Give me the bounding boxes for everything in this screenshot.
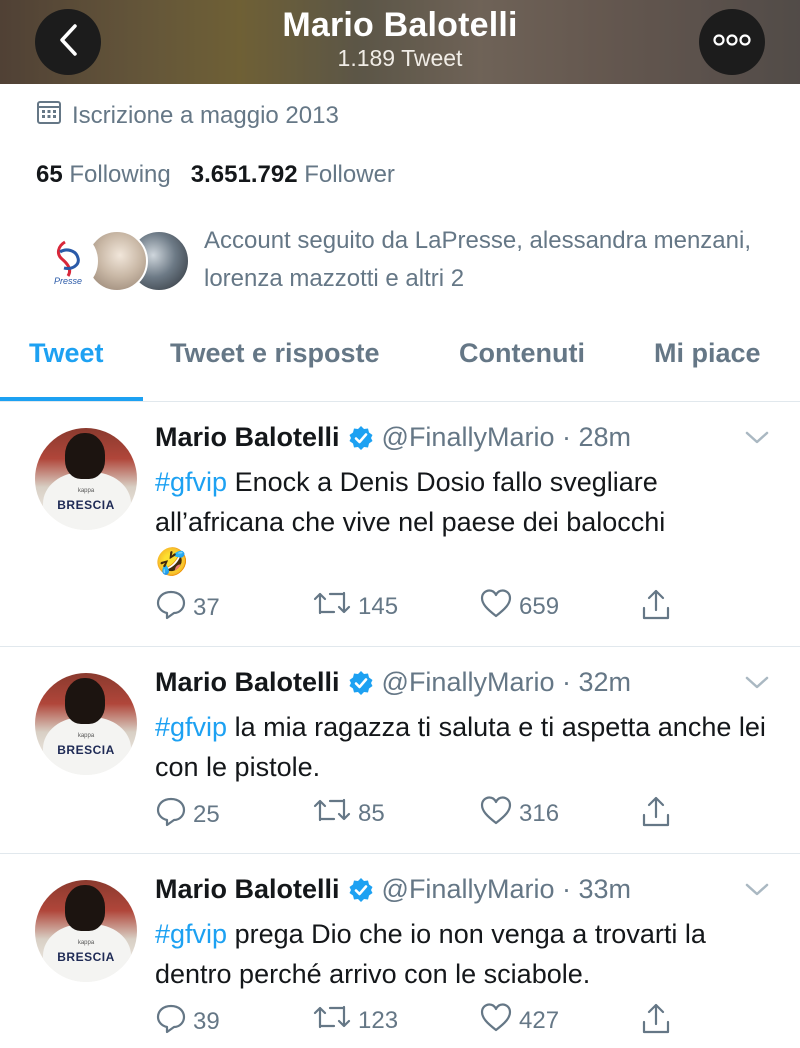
active-tab-indicator xyxy=(0,397,143,401)
tweet-header: Mario Balotelli @FinallyMario · 32m xyxy=(155,667,631,698)
tweet-body: la mia ragazza ti saluta e ti aspetta an… xyxy=(155,712,766,782)
follower-count: 3.651.792 xyxy=(190,161,298,188)
more-button[interactable] xyxy=(699,9,765,75)
reply-count: 37 xyxy=(193,593,220,621)
reply-icon xyxy=(155,1002,193,1041)
like-count: 659 xyxy=(519,592,560,620)
like-button[interactable]: 316 xyxy=(479,795,559,832)
header-tweet-count: 1.189 Tweet xyxy=(337,45,463,71)
header-title: Mario Balotelli xyxy=(282,6,518,44)
hashtag-link[interactable]: #gfvip xyxy=(155,712,227,742)
tweet-actions: 37 145 659 xyxy=(155,588,715,628)
tweet[interactable]: kappa BRESCIA Mario Balotelli @FinallyMa… xyxy=(0,854,800,1048)
verified-badge-icon xyxy=(348,670,374,696)
retweet-count: 85 xyxy=(358,799,385,827)
tweet-body: prega Dio che io non venga a trovarti la… xyxy=(155,919,706,989)
avatar[interactable]: kappa BRESCIA xyxy=(35,673,137,775)
profile-header: Mario Balotelli 1.189 Tweet xyxy=(0,0,800,84)
tweet-text: #gfvip prega Dio che io non venga a trov… xyxy=(155,914,775,994)
reply-count: 25 xyxy=(193,800,220,828)
heart-icon xyxy=(479,588,519,625)
author-handle[interactable]: @FinallyMario xyxy=(382,422,555,453)
tab-tweet-e-risposte[interactable]: Tweet e risposte xyxy=(170,338,380,369)
tweet-time: 28m xyxy=(578,422,632,452)
chevron-down-icon[interactable] xyxy=(744,882,770,903)
retweet-icon xyxy=(312,1002,358,1039)
share-icon xyxy=(639,1002,679,1043)
avatar[interactable]: kappa BRESCIA xyxy=(35,428,137,530)
tweet-time: 32m xyxy=(578,667,632,697)
followed-by-avatars: Presse xyxy=(36,230,190,292)
svg-text:Presse: Presse xyxy=(54,276,82,286)
retweet-button[interactable]: 123 xyxy=(312,1002,398,1039)
author-name[interactable]: Mario Balotelli xyxy=(155,422,340,453)
tab-tweet[interactable]: Tweet xyxy=(29,338,104,369)
profile-tabs: Tweet Tweet e risposte Contenuti Mi piac… xyxy=(0,328,800,402)
author-handle[interactable]: @FinallyMario xyxy=(382,874,555,905)
verified-badge-icon xyxy=(348,425,374,451)
share-icon xyxy=(639,795,679,836)
like-button[interactable]: 659 xyxy=(479,588,559,625)
share-button[interactable] xyxy=(639,795,679,836)
separator-dot: · xyxy=(554,422,579,452)
tweet-header: Mario Balotelli @FinallyMario · 28m xyxy=(155,422,631,453)
author-name[interactable]: Mario Balotelli xyxy=(155,874,340,905)
hashtag-link[interactable]: #gfvip xyxy=(155,919,227,949)
tweet-body: Enock a Denis Dosio fallo svegliare all’… xyxy=(155,467,666,537)
reply-icon xyxy=(155,795,193,834)
tweet[interactable]: kappa BRESCIA Mario Balotelli @FinallyMa… xyxy=(0,402,800,647)
tab-mi-piace[interactable]: Mi piace xyxy=(654,338,761,369)
following-count: 65 xyxy=(36,161,63,188)
share-button[interactable] xyxy=(639,1002,679,1043)
tweet-time: 33m xyxy=(578,874,632,904)
follow-counts: 65 Following 3.651.792 Follower xyxy=(36,161,395,189)
retweet-button[interactable]: 85 xyxy=(312,795,385,832)
tweet-text: #gfvip la mia ragazza ti saluta e ti asp… xyxy=(155,707,775,787)
retweet-icon xyxy=(312,588,358,625)
tweet-header: Mario Balotelli @FinallyMario · 33m xyxy=(155,874,631,905)
avatar[interactable]: kappa BRESCIA xyxy=(35,880,137,982)
tweet-emoji: 🤣 xyxy=(155,547,189,577)
tab-contenuti[interactable]: Contenuti xyxy=(459,338,585,369)
reply-button[interactable]: 37 xyxy=(155,588,220,627)
tweet[interactable]: kappa BRESCIA Mario Balotelli @FinallyMa… xyxy=(0,647,800,854)
author-handle[interactable]: @FinallyMario xyxy=(382,667,555,698)
followed-by[interactable]: Presse Account seguito da LaPresse, ales… xyxy=(36,222,766,298)
follower-label: Follower xyxy=(304,161,395,188)
chevron-down-icon[interactable] xyxy=(744,430,770,451)
calendar-icon xyxy=(36,99,72,132)
reply-button[interactable]: 25 xyxy=(155,795,220,834)
more-dots-icon xyxy=(712,33,752,51)
chevron-down-icon[interactable] xyxy=(744,675,770,696)
retweet-button[interactable]: 145 xyxy=(312,588,398,625)
like-button[interactable]: 427 xyxy=(479,1002,559,1039)
retweet-count: 123 xyxy=(358,1006,399,1034)
retweet-icon xyxy=(312,795,358,832)
heart-icon xyxy=(479,1002,519,1039)
joined-date: Iscrizione a maggio 2013 xyxy=(36,99,339,132)
share-icon xyxy=(639,588,679,629)
separator-dot: · xyxy=(554,667,579,697)
followed-by-text: Account seguito da LaPresse, alessandra … xyxy=(204,227,751,292)
share-button[interactable] xyxy=(639,588,679,629)
like-count: 316 xyxy=(519,799,560,827)
joined-text: Iscrizione a maggio 2013 xyxy=(72,101,339,129)
tweet-actions: 25 85 316 xyxy=(155,795,715,835)
following-link[interactable]: 65 Following xyxy=(36,161,171,188)
author-name[interactable]: Mario Balotelli xyxy=(155,667,340,698)
like-count: 427 xyxy=(519,1006,560,1034)
retweet-count: 145 xyxy=(358,592,399,620)
tweet-actions: 39 123 427 xyxy=(155,1002,715,1042)
reply-count: 39 xyxy=(193,1007,220,1035)
heart-icon xyxy=(479,795,519,832)
tweet-text: #gfvip Enock a Denis Dosio fallo sveglia… xyxy=(155,462,775,582)
separator-dot: · xyxy=(554,874,579,904)
hashtag-link[interactable]: #gfvip xyxy=(155,467,227,497)
reply-icon xyxy=(155,588,193,627)
avatar-lapresse: Presse xyxy=(36,230,98,292)
verified-badge-icon xyxy=(348,877,374,903)
following-label: Following xyxy=(69,161,171,188)
reply-button[interactable]: 39 xyxy=(155,1002,220,1041)
follower-link[interactable]: 3.651.792 Follower xyxy=(191,161,395,188)
